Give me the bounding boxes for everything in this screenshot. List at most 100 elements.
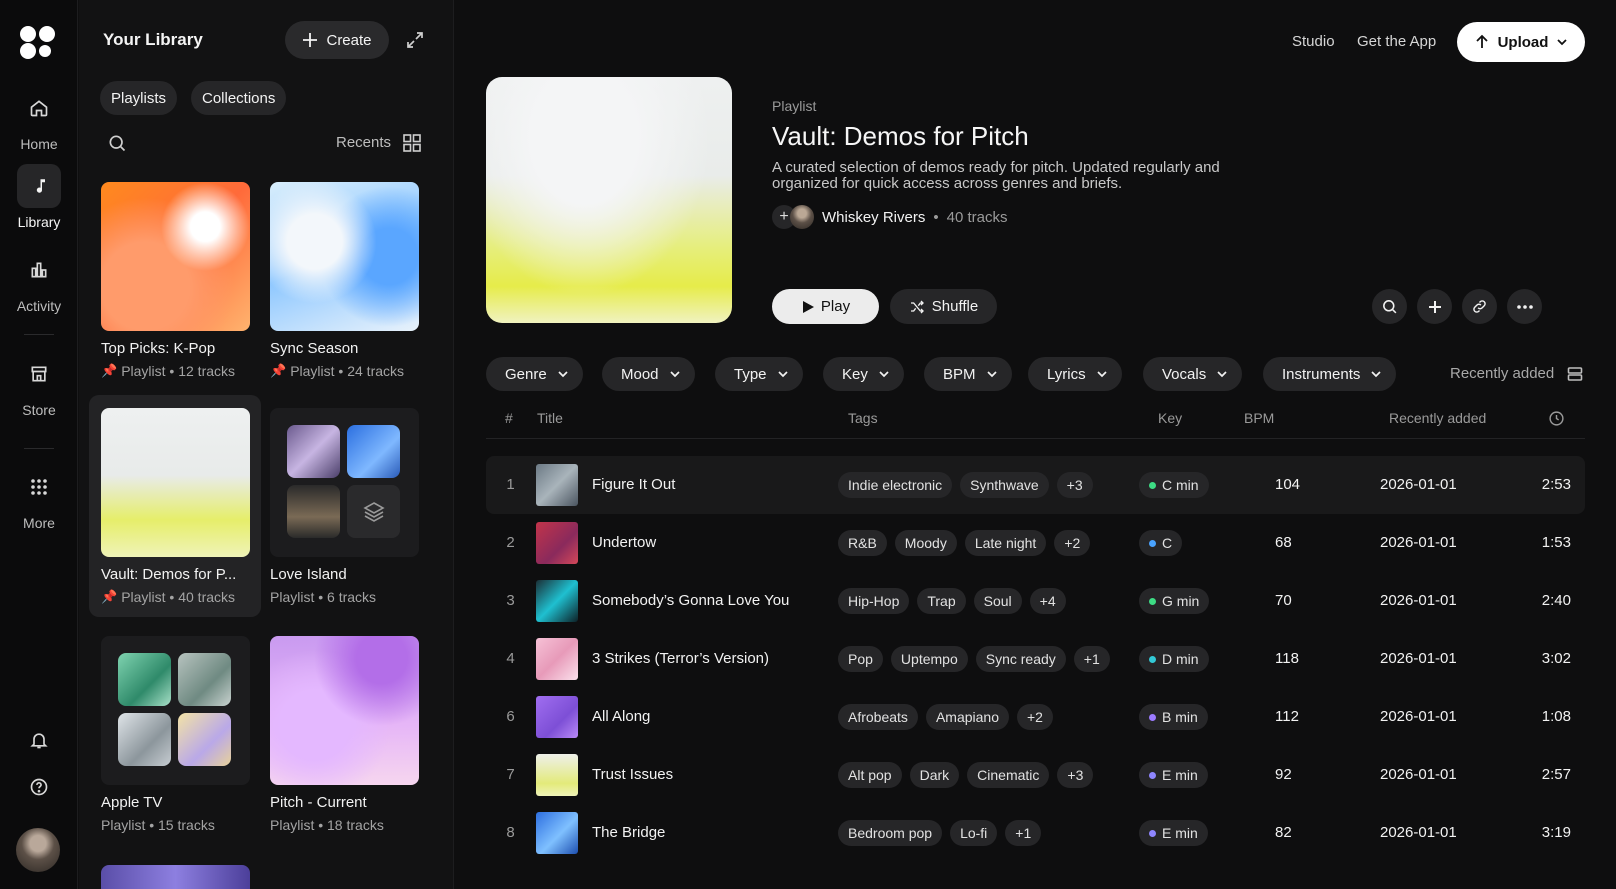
library-card-selected[interactable]: Vault: Demos for P... 📌 Playlist • 40 tra…: [89, 395, 261, 617]
tag-chip[interactable]: Cinematic: [967, 762, 1050, 788]
nav-library[interactable]: Library: [0, 164, 78, 230]
card-title: Pitch - Current: [270, 794, 367, 811]
tag-chip[interactable]: R&B: [838, 530, 887, 556]
table-row[interactable]: 7 Trust Issues Alt pop Dark Cinematic +3 E min…: [486, 746, 1585, 804]
bell-icon[interactable]: [22, 723, 56, 757]
collection-artwork: [270, 408, 419, 557]
avatar[interactable]: [16, 828, 60, 872]
tag-chip[interactable]: Alt pop: [838, 762, 902, 788]
filter-mood[interactable]: Mood: [602, 357, 695, 391]
tag-chip[interactable]: +1: [1073, 646, 1110, 672]
tag-chip[interactable]: Late night: [964, 530, 1047, 556]
list-view-icon[interactable]: [1567, 366, 1583, 382]
tag-chip[interactable]: Uptempo: [890, 646, 968, 672]
tag-chip[interactable]: +1: [1005, 820, 1042, 846]
nav-more[interactable]: More: [0, 465, 78, 531]
table-row[interactable]: 6 All Along Afrobeats Amapiano +2 B min 112 202…: [486, 688, 1585, 746]
search-icon[interactable]: [107, 133, 127, 153]
table-row[interactable]: 8 The Bridge Bedroom pop Lo-fi +1 E min 82 2026…: [486, 804, 1585, 862]
expand-icon[interactable]: [405, 30, 425, 50]
tag-chip[interactable]: Indie electronic: [838, 472, 953, 498]
track-count: 40 tracks: [946, 208, 1008, 226]
tag-chip[interactable]: Trap: [917, 588, 966, 614]
tag-chip[interactable]: Bedroom pop: [838, 820, 943, 846]
owner-name[interactable]: Whiskey Rivers: [822, 209, 925, 226]
filter-key[interactable]: Key: [823, 357, 904, 391]
filter-chip-playlists[interactable]: Playlists: [100, 81, 178, 115]
track-title[interactable]: Trust Issues: [592, 766, 673, 783]
column-header-added[interactable]: Recently added: [1389, 410, 1486, 426]
get-app-link[interactable]: Get the App: [1357, 33, 1436, 50]
sort-recents[interactable]: Recents: [336, 134, 391, 151]
table-row[interactable]: 1 Figure It Out Indie electronic Synthwave +…: [486, 456, 1585, 514]
tag-chip[interactable]: Moody: [894, 530, 957, 556]
key-dot: [1149, 713, 1156, 721]
search-icon[interactable]: [1372, 289, 1407, 324]
tag-chip[interactable]: +2: [1016, 704, 1053, 730]
tag-chip[interactable]: Lo-fi: [950, 820, 998, 846]
studio-link[interactable]: Studio: [1292, 33, 1335, 50]
track-title[interactable]: All Along: [592, 708, 650, 725]
library-card[interactable]: Love Island Playlist • 6 tracks: [258, 395, 430, 617]
tag-chip[interactable]: +3: [1057, 762, 1094, 788]
column-header-key[interactable]: Key: [1158, 410, 1182, 426]
filter-vocals[interactable]: Vocals: [1143, 357, 1243, 391]
create-button[interactable]: Create: [285, 21, 389, 59]
more-options-icon[interactable]: [1507, 289, 1542, 324]
track-added-date: 2026-01-01: [1380, 766, 1457, 783]
track-title[interactable]: 3 Strikes (Terror’s Version): [592, 650, 769, 667]
tag-chip[interactable]: Hip-Hop: [838, 588, 910, 614]
help-icon[interactable]: [22, 770, 56, 804]
track-title[interactable]: Figure It Out: [592, 476, 675, 493]
sort-dropdown[interactable]: Recently added: [1450, 365, 1554, 382]
column-header-bpm[interactable]: BPM: [1244, 410, 1274, 426]
tag-chip[interactable]: Afrobeats: [838, 704, 918, 730]
filter-instruments[interactable]: Instruments: [1263, 357, 1397, 391]
tag-chip[interactable]: +4: [1029, 588, 1066, 614]
library-card[interactable]: Sync Season 📌 Playlist • 24 tracks: [258, 169, 430, 391]
tag-chip[interactable]: Soul: [973, 588, 1022, 614]
track-title[interactable]: The Bridge: [592, 824, 665, 841]
add-icon[interactable]: [1417, 289, 1452, 324]
nav-home[interactable]: Home: [0, 86, 78, 152]
track-added-date: 2026-01-01: [1380, 708, 1457, 725]
table-row[interactable]: 3 Somebody’s Gonna Love You Hip-Hop Trap Sou…: [486, 572, 1585, 630]
card-meta: Playlist • 24 tracks: [290, 363, 405, 379]
grid-view-icon[interactable]: [403, 134, 421, 152]
filter-type[interactable]: Type: [715, 357, 803, 391]
play-button[interactable]: Play: [772, 289, 879, 324]
tag-chip[interactable]: Synthwave: [960, 472, 1049, 498]
track-tags: Afrobeats Amapiano +2: [838, 704, 1053, 730]
library-card[interactable]: Pitch - Current Playlist • 18 tracks: [258, 623, 430, 845]
playlist-artwork[interactable]: [101, 865, 250, 889]
nav-store-label: Store: [22, 402, 56, 418]
column-header-title[interactable]: Title: [537, 410, 563, 426]
shuffle-button[interactable]: Shuffle: [890, 289, 997, 324]
filter-bpm[interactable]: BPM: [924, 357, 1012, 391]
filter-label: Genre: [505, 365, 547, 383]
track-title[interactable]: Somebody’s Gonna Love You: [592, 592, 789, 609]
upload-button[interactable]: Upload: [1457, 22, 1585, 62]
table-row[interactable]: 4 3 Strikes (Terror’s Version) Pop Uptempo S…: [486, 630, 1585, 688]
tag-chip[interactable]: Dark: [909, 762, 960, 788]
track-title[interactable]: Undertow: [592, 534, 656, 551]
link-icon[interactable]: [1462, 289, 1497, 324]
filter-genre[interactable]: Genre: [486, 357, 583, 391]
table-row[interactable]: 2 Undertow R&B Moody Late night +2 C 68 2026-01-…: [486, 514, 1585, 572]
tag-chip[interactable]: Amapiano: [925, 704, 1009, 730]
card-title: Top Picks: K-Pop: [101, 340, 216, 357]
filter-lyrics[interactable]: Lyrics: [1028, 357, 1122, 391]
nav-store[interactable]: Store: [0, 352, 78, 418]
upload-label: Upload: [1497, 33, 1549, 51]
tag-chip[interactable]: +2: [1054, 530, 1091, 556]
nav-activity[interactable]: Activity: [0, 248, 78, 314]
tag-chip[interactable]: Sync ready: [975, 646, 1066, 672]
filter-label: Key: [842, 365, 868, 383]
filter-chip-collections[interactable]: Collections: [191, 81, 287, 115]
app-logo[interactable]: [20, 26, 56, 60]
tag-chip[interactable]: Pop: [838, 646, 883, 672]
key-dot: [1149, 655, 1156, 663]
library-card[interactable]: Top Picks: K-Pop 📌 Playlist • 12 tracks: [89, 169, 261, 391]
tag-chip[interactable]: +3: [1056, 472, 1093, 498]
library-card[interactable]: Apple TV Playlist • 15 tracks: [89, 623, 261, 845]
